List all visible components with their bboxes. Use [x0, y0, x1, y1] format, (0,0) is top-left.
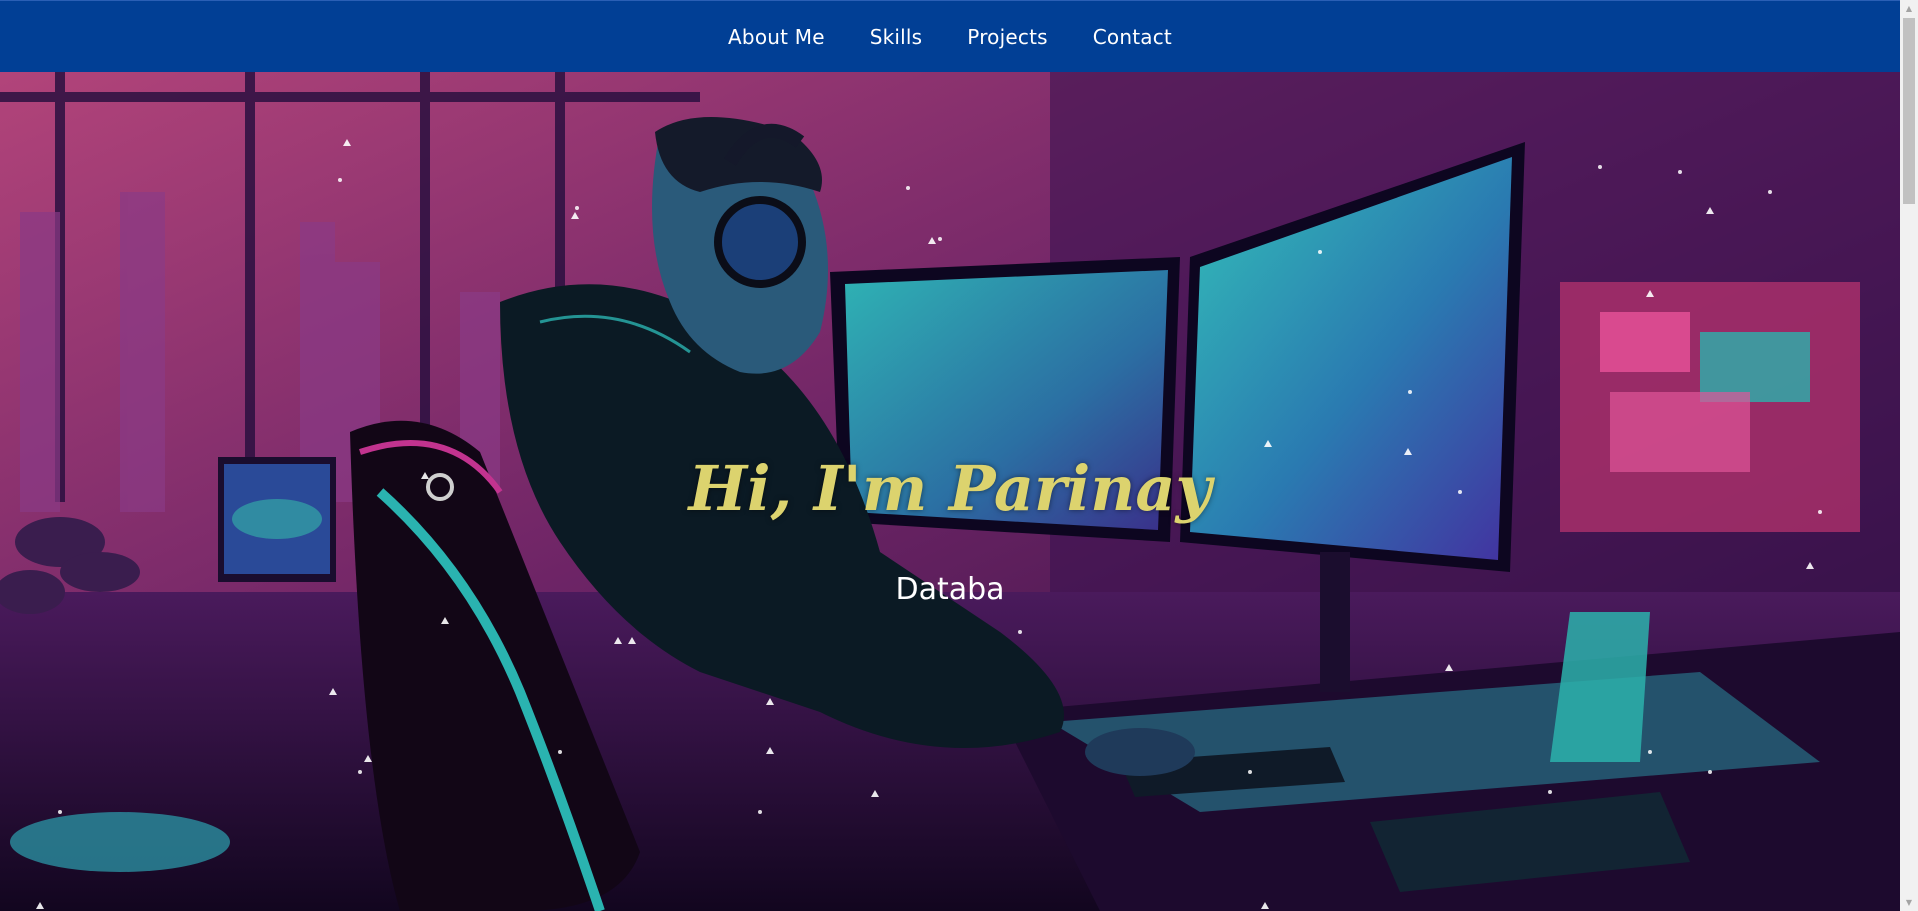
hero-typed-role: Databa	[895, 572, 1005, 607]
scrollbar-thumb[interactable]	[1903, 18, 1915, 204]
nav-projects[interactable]: Projects	[967, 25, 1047, 49]
scroll-up-arrow-icon[interactable]: ▲	[1900, 0, 1918, 17]
hero-section: Hi, I'm Parinay Databa	[0, 72, 1900, 911]
hero-greeting: Hi, I'm Parinay	[688, 452, 1212, 525]
nav-skills[interactable]: Skills	[870, 25, 923, 49]
vertical-scrollbar[interactable]: ▲ ▼	[1900, 0, 1918, 911]
scroll-down-arrow-icon[interactable]: ▼	[1900, 894, 1918, 911]
nav-contact[interactable]: Contact	[1093, 25, 1172, 49]
nav-about-me[interactable]: About Me	[728, 25, 825, 49]
top-navbar: About Me Skills Projects Contact	[0, 0, 1900, 73]
